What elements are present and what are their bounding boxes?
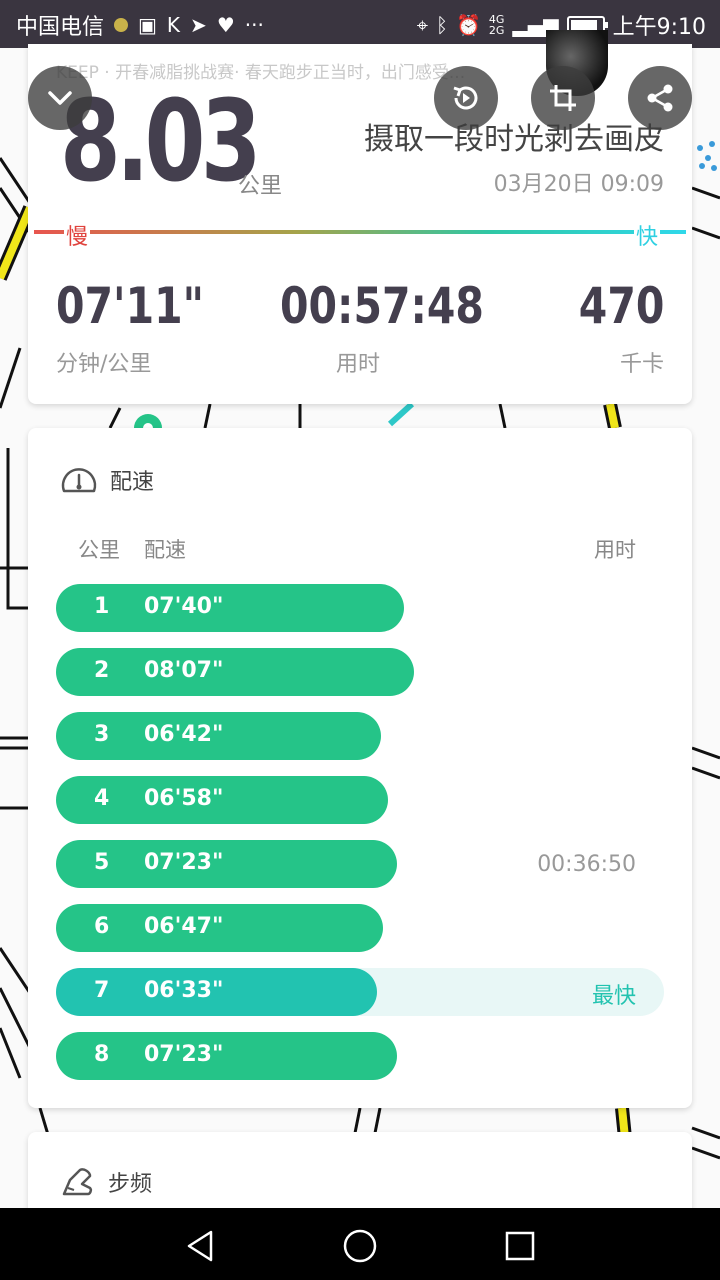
calories-label: 千卡	[619, 352, 664, 377]
pace-row-elapsed: 00:36:50	[537, 852, 636, 877]
speed-gradient-scale	[34, 230, 686, 234]
pace-row-pace: 06'47"	[144, 914, 224, 939]
pace-row-km: 8	[94, 1042, 110, 1067]
column-header-km: 公里	[78, 538, 120, 562]
run-title[interactable]: 摄取一段时光剥去画皮	[364, 114, 664, 158]
speed-slow-label: 慢	[64, 219, 91, 251]
pace-row-pace: 07'23"	[144, 1042, 224, 1067]
pace-row-km: 4	[94, 786, 110, 811]
notification-dot-icon	[114, 18, 129, 32]
pace-row-km: 6	[94, 914, 110, 939]
crop-button[interactable]	[531, 66, 595, 130]
pace-row-fastest[interactable]: 7 06'33" 最快	[56, 968, 664, 1016]
pace-row-km: 1	[94, 594, 110, 619]
pace-card-title: 配速	[110, 470, 155, 495]
location-icon: ⌖	[416, 13, 428, 37]
recent-square-icon	[505, 1231, 535, 1261]
replay-icon	[453, 86, 478, 110]
telegram-icon: ➤	[190, 13, 207, 37]
status-bar: 中国电信 ▣ K ➤ ♥ ··· ⌖ ᛒ ⏰ 4G 2G ▂▄▆ 上午9:10	[0, 0, 720, 48]
chevron-down-icon	[48, 91, 72, 105]
system-navigation-bar	[0, 1208, 720, 1280]
pace-row-pace: 07'40"	[144, 594, 224, 619]
duration-value: 00:57:48	[280, 277, 484, 335]
alarm-icon: ⏰	[456, 13, 481, 37]
replay-button[interactable]	[434, 66, 498, 130]
share-button[interactable]	[628, 66, 692, 130]
pace-row-pace: 08'07"	[144, 658, 224, 683]
pace-row-km: 3	[94, 722, 110, 747]
pace-row[interactable]: 6 06'47"	[56, 904, 664, 952]
nav-recent-apps-button[interactable]	[500, 1226, 540, 1266]
calories-value: 470	[578, 277, 664, 335]
bluetooth-icon: ᛒ	[436, 13, 448, 37]
duration-label: 用时	[336, 352, 381, 377]
shoe-icon	[62, 1168, 93, 1196]
cadence-card-title: 步频	[108, 1172, 153, 1197]
network-bottom-label: 2G	[488, 24, 505, 37]
run-date: 03月20日 09:09	[493, 172, 664, 197]
column-header-pace: 配速	[144, 538, 186, 562]
pace-card-header: 配速	[60, 464, 154, 496]
fastest-badge: 最快	[591, 984, 636, 1009]
pace-row-pace: 06'33"	[144, 978, 224, 1003]
pace-row-km: 7	[94, 978, 110, 1003]
pace-row[interactable]: 1 07'40"	[56, 584, 664, 632]
speed-fast-label: 快	[633, 219, 660, 251]
pace-row-pace: 07'23"	[144, 850, 224, 875]
more-notifications-icon: ···	[244, 13, 264, 37]
nav-back-button[interactable]	[180, 1226, 220, 1266]
pace-row[interactable]: 4 06'58"	[56, 776, 664, 824]
clock: 上午9:10	[612, 15, 706, 40]
pace-card: 配速 公里 配速 用时 1 07'40" 2 08'07" 3 06'42" 4…	[28, 428, 692, 1108]
nav-home-button[interactable]	[340, 1226, 380, 1266]
home-circle-icon	[343, 1229, 377, 1263]
speedometer-icon	[61, 468, 97, 493]
pace-row[interactable]: 3 06'42"	[56, 712, 664, 760]
pace-bar	[56, 648, 414, 696]
pace-row-km: 5	[94, 850, 110, 875]
pace-row-pace: 06'58"	[144, 786, 224, 811]
carrier-label: 中国电信	[16, 15, 105, 40]
pace-row-km: 2	[94, 658, 110, 683]
collapse-button[interactable]	[28, 66, 92, 130]
column-header-time: 用时	[594, 538, 636, 562]
cadence-card-header: 步频	[60, 1166, 152, 1198]
average-pace-label: 分钟/公里	[56, 352, 152, 377]
battery-fill	[570, 20, 597, 30]
back-triangle-icon	[187, 1230, 213, 1262]
pace-row[interactable]: 8 07'23"	[56, 1032, 664, 1080]
share-icon	[647, 84, 673, 112]
pace-row[interactable]: 5 07'23" 00:36:50	[56, 840, 664, 888]
app-notification-icon: ▣	[138, 13, 157, 37]
health-heart-icon: ♥	[216, 13, 235, 37]
average-pace-value: 07'11"	[56, 277, 205, 335]
pace-row-pace: 06'42"	[144, 722, 224, 747]
keep-k-icon: K	[166, 13, 181, 37]
distance-unit: 公里	[238, 174, 283, 199]
crop-icon	[550, 85, 576, 111]
network-type-indicator: 4G 2G	[489, 14, 505, 36]
pace-row[interactable]: 2 08'07"	[56, 648, 664, 696]
